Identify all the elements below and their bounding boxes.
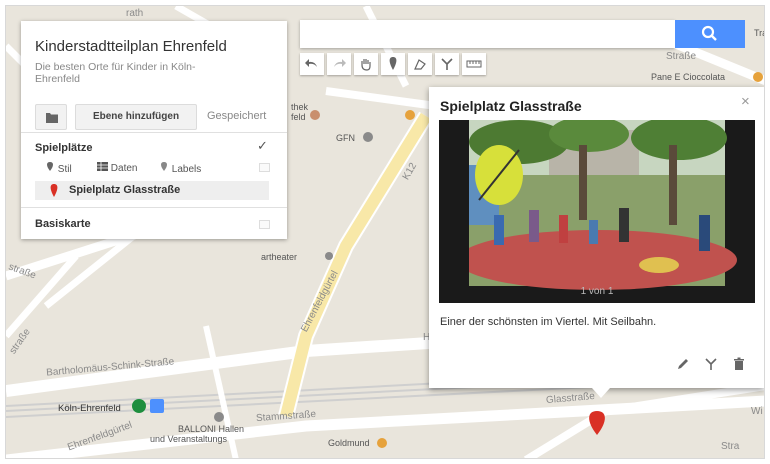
map-label: rath (126, 8, 144, 19)
table-icon (97, 162, 108, 171)
directions-icon (441, 58, 453, 70)
draw-line-button[interactable] (408, 53, 432, 75)
map-view[interactable]: rath Tra Straße Pane E Cioccolata thek f… (5, 5, 765, 459)
place-info-card: Spielplatz Glasstraße × 1 von 1 Einer de… (429, 87, 764, 388)
marker-icon (389, 57, 397, 70)
hand-tool-button[interactable] (354, 53, 378, 75)
map-description[interactable]: Die besten Orte für Kinder in Köln-Ehren… (35, 61, 235, 85)
map-label: feld (291, 112, 306, 122)
search-icon (701, 25, 717, 41)
marker-icon (50, 184, 58, 197)
base-map-label[interactable]: Basiskarte (35, 218, 91, 230)
labels-button[interactable]: Labels (159, 162, 201, 175)
map-label: Tra (754, 28, 764, 38)
add-layer-button[interactable]: Ebene hinzufügen (75, 104, 197, 130)
search-input[interactable] (300, 20, 675, 48)
save-status: Gespeichert (207, 110, 267, 122)
base-map-dropdown[interactable] (259, 220, 270, 229)
hand-icon (361, 59, 371, 71)
data-button[interactable]: Daten (97, 162, 137, 174)
style-label: Stil (57, 164, 72, 175)
directions-button[interactable] (435, 53, 459, 75)
add-marker-button[interactable] (381, 53, 405, 75)
undo-icon (305, 59, 317, 67)
directions-icon[interactable] (704, 357, 718, 371)
close-button[interactable]: × (741, 93, 750, 110)
delete-icon[interactable] (732, 357, 746, 371)
edit-icon[interactable] (676, 357, 690, 371)
redo-icon (334, 59, 346, 67)
photo-counter: 1 von 1 (580, 286, 614, 297)
data-label: Daten (110, 163, 138, 174)
map-label: Straße (666, 51, 697, 62)
map-label: und Veranstaltungs (150, 434, 228, 444)
measure-button[interactable] (462, 53, 486, 75)
map-label: Wi (751, 406, 763, 417)
divider (21, 132, 287, 133)
draw-line-icon (414, 59, 426, 70)
labels-label: Labels (171, 164, 202, 175)
place-list-item[interactable]: Spielplatz Glasstraße (35, 181, 269, 200)
undo-button[interactable] (300, 53, 324, 75)
place-description[interactable]: Einer der schönsten im Viertel. Mit Seil… (440, 316, 656, 328)
search-button[interactable] (675, 20, 745, 48)
map-label: Goldmund (328, 438, 370, 448)
label-icon (161, 162, 167, 171)
place-photo[interactable]: 1 von 1 (439, 116, 755, 303)
map-title[interactable]: Kinderstadtteilplan Ehrenfeld (35, 38, 227, 55)
layer-options-dropdown[interactable] (259, 163, 270, 172)
map-layers-panel: Kinderstadtteilplan Ehrenfeld Die besten… (21, 21, 287, 239)
divider (21, 207, 287, 208)
ruler-icon (466, 60, 482, 68)
style-button[interactable]: Stil (45, 162, 72, 175)
layer-name[interactable]: Spielplätze (35, 142, 92, 154)
open-folder-button[interactable] (35, 104, 67, 130)
layer-visible-checkbox[interactable]: ✓ (257, 138, 268, 154)
map-toolbar (300, 53, 486, 76)
map-label: BALLONI Hallen (178, 424, 245, 434)
map-label: artheater (261, 252, 298, 262)
map-label: thek (291, 102, 309, 112)
playground-photo (439, 116, 755, 290)
paint-icon (47, 162, 53, 171)
redo-button[interactable] (327, 53, 351, 75)
folder-icon (46, 113, 58, 123)
card-actions (676, 357, 746, 371)
place-name: Spielplatz Glasstraße (69, 184, 181, 196)
map-label: Pane E Cioccolata (651, 72, 726, 82)
map-label: Stra (721, 441, 740, 452)
map-label: Köln-Ehrenfeld (58, 403, 121, 414)
card-pointer (592, 388, 610, 398)
place-title: Spielplatz Glasstraße (440, 98, 582, 114)
map-label: GFN (336, 133, 355, 143)
